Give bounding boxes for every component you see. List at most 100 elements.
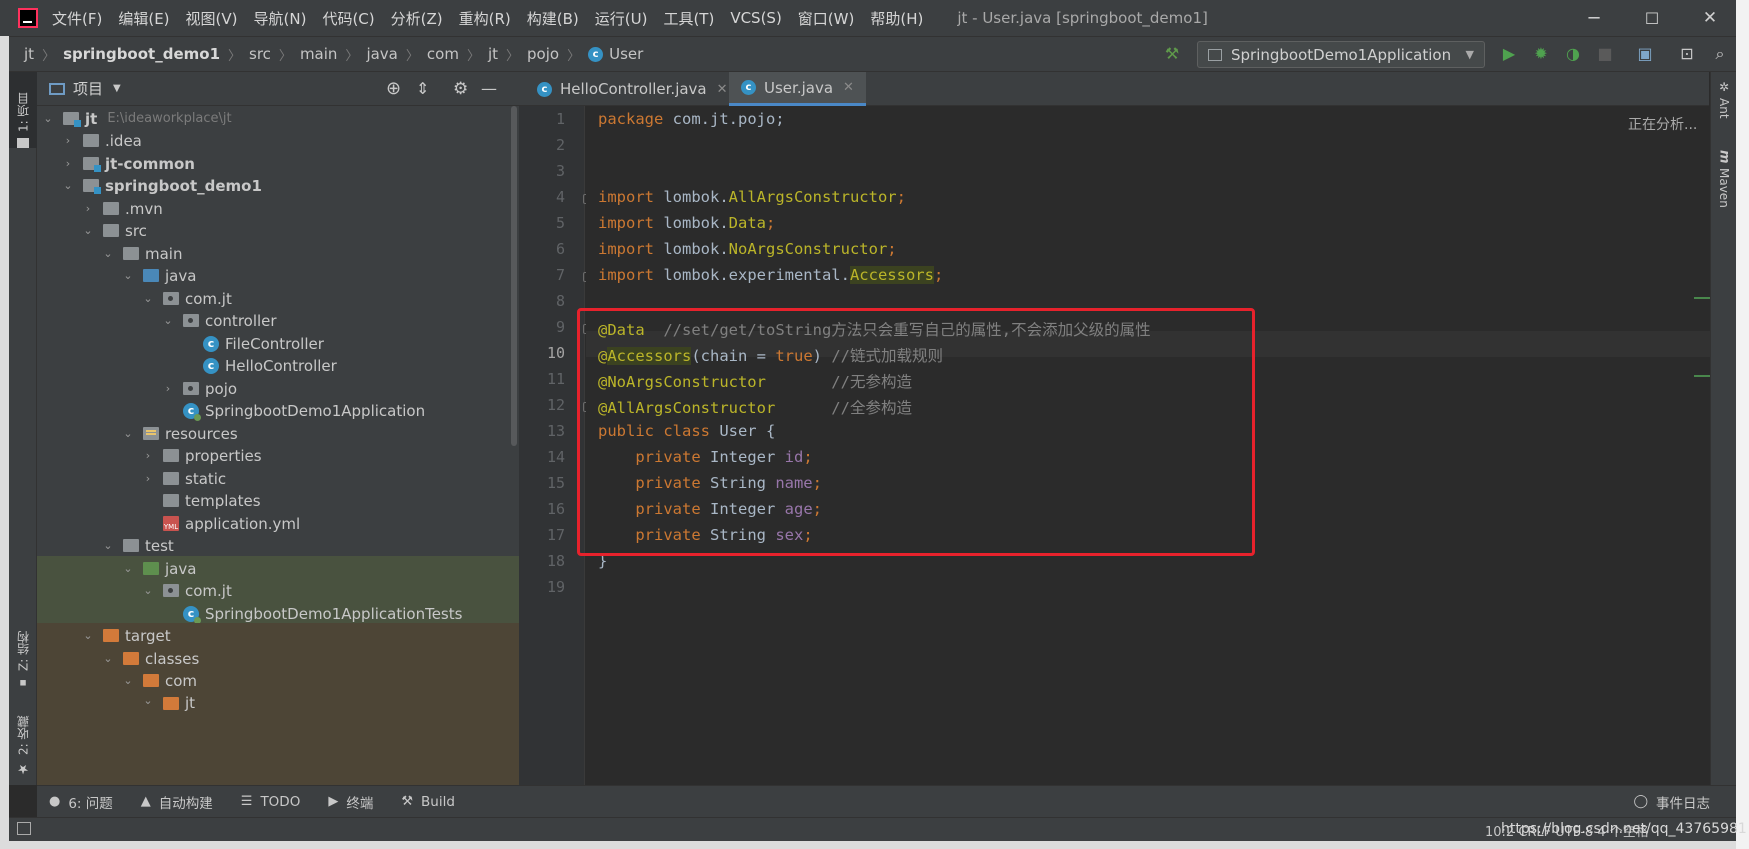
breadcrumb-jt-package[interactable]: jt — [488, 45, 498, 63]
stop-icon[interactable]: ■ — [1595, 44, 1615, 64]
chevron-down-icon[interactable]: ⌄ — [141, 584, 155, 597]
chevron-right-icon[interactable]: › — [161, 382, 175, 395]
line-number: 3 — [555, 162, 565, 180]
line-number: 2 — [555, 136, 565, 154]
tree-node[interactable]: ⌄ controller — [37, 308, 519, 333]
tree-node[interactable]: ⌄ springboot_demo1 — [37, 173, 519, 198]
run-configuration-select[interactable]: SpringbootDemo1Application ▼ — [1197, 41, 1485, 68]
chevron-down-icon[interactable]: ▼ — [113, 83, 121, 94]
breadcrumb-user[interactable]: User — [609, 45, 643, 63]
tool-todo[interactable]: ☰ TODO — [241, 794, 301, 810]
gear-icon[interactable]: ⚙ — [453, 79, 468, 99]
menu-vcs[interactable]: VCS(S) — [730, 9, 781, 27]
tree-node-label: target — [125, 626, 171, 645]
menu-build[interactable]: 构建(B) — [527, 8, 579, 29]
chevron-right-icon[interactable]: › — [81, 202, 95, 215]
tree-node[interactable]: ⌄ com — [37, 668, 519, 693]
coverage-icon[interactable]: ◑ — [1563, 44, 1583, 64]
chevron-down-icon[interactable]: ⌄ — [101, 652, 115, 665]
close-icon[interactable]: ✕ — [843, 80, 854, 95]
tab-hellocontroller[interactable]: c HelloController.java ✕ — [525, 72, 740, 106]
chevron-down-icon[interactable]: ⌄ — [101, 539, 115, 552]
tree-node[interactable]: ⌄ java — [37, 263, 519, 288]
tree-node[interactable]: ⌄ target — [37, 623, 519, 648]
chevron-down-icon[interactable]: ⌄ — [121, 674, 135, 687]
search-everywhere-icon[interactable]: ⌕ — [1710, 44, 1730, 64]
breadcrumb-jt[interactable]: jt — [24, 45, 34, 63]
breadcrumb-src[interactable]: src — [249, 45, 271, 63]
chevron-down-icon[interactable]: ⌄ — [101, 247, 115, 260]
tree-node[interactable]: › .idea — [37, 128, 519, 153]
chevron-right-icon[interactable]: › — [61, 157, 75, 170]
tree-node[interactable]: ⌄ test — [37, 533, 519, 558]
locate-file-icon[interactable]: ⊕ — [386, 78, 401, 99]
tool-tab-structure[interactable]: ▪ Z: 结构 — [9, 612, 37, 690]
chevron-down-icon[interactable]: ⌄ — [141, 694, 155, 707]
close-button[interactable]: ✕ — [1681, 0, 1739, 36]
line-number: 13 — [546, 422, 565, 440]
menu-analyze[interactable]: 分析(Z) — [391, 8, 443, 29]
chevron-right-icon[interactable]: › — [61, 134, 75, 147]
tool-terminal[interactable]: ▶ 终端 — [328, 792, 373, 812]
tab-user-java[interactable]: c User.java ✕ — [729, 72, 866, 106]
chevron-down-icon[interactable]: ⌄ — [121, 427, 135, 440]
tree-scrollbar[interactable] — [511, 106, 517, 446]
debug-icon[interactable]: ✹ — [1531, 44, 1551, 64]
menu-run[interactable]: 运行(U) — [595, 8, 648, 29]
chevron-down-icon[interactable]: ⌄ — [61, 179, 75, 192]
tree-node[interactable]: ⌄ src — [37, 218, 519, 243]
chevron-right-icon[interactable]: › — [141, 472, 155, 485]
line-number: 18 — [546, 552, 565, 570]
chevron-down-icon[interactable]: ⌄ — [41, 112, 55, 125]
tree-node-label: .mvn — [125, 199, 163, 218]
minimize-button[interactable]: ─ — [1565, 0, 1623, 36]
tool-event-log[interactable]: ◯ 事件日志 — [1633, 792, 1710, 812]
hide-panel-icon[interactable]: — — [481, 79, 497, 98]
chevron-down-icon[interactable]: ⌄ — [81, 629, 95, 642]
tree-node[interactable]: ⌄ jt — [37, 691, 519, 785]
chevron-down-icon[interactable]: ⌄ — [141, 292, 155, 305]
menu-view[interactable]: 视图(V) — [186, 8, 238, 29]
tool-tab-project[interactable]: 1: 项目 — [9, 72, 37, 148]
tool-windows-toggle-icon[interactable] — [17, 822, 31, 835]
menu-window[interactable]: 窗口(W) — [798, 8, 855, 29]
tree-node[interactable]: SpringbootDemo1Application — [37, 398, 519, 423]
menu-code[interactable]: 代码(C) — [322, 8, 374, 29]
chevron-down-icon[interactable]: ⌄ — [161, 314, 175, 327]
tool-build-label: Build — [421, 793, 455, 810]
tool-tab-maven[interactable]: m Maven — [1711, 150, 1737, 220]
breadcrumb-pojo[interactable]: pojo — [527, 45, 559, 63]
tool-tab-favorites[interactable]: ★ 2: 收藏 — [9, 700, 37, 777]
project-structure-icon[interactable]: ▣ — [1635, 44, 1655, 64]
chevron-down-icon[interactable]: ⌄ — [121, 562, 135, 575]
tree-node[interactable]: HelloController — [37, 353, 519, 378]
maximize-button[interactable]: ☐ — [1623, 0, 1681, 36]
chevron-right-icon[interactable]: › — [141, 449, 155, 462]
run-icon[interactable]: ▶ — [1499, 44, 1519, 64]
menu-tools[interactable]: 工具(T) — [663, 8, 714, 29]
close-icon[interactable]: ✕ — [717, 82, 728, 97]
menu-file[interactable]: 文件(F) — [52, 8, 102, 29]
tool-problems[interactable]: ● 6: 问题 — [49, 792, 113, 812]
menu-help[interactable]: 帮助(H) — [870, 8, 923, 29]
breadcrumb-main[interactable]: main — [300, 45, 337, 63]
project-panel-title[interactable]: 项目 — [73, 78, 103, 99]
menu-edit[interactable]: 编辑(E) — [118, 8, 169, 29]
breadcrumb-java[interactable]: java — [366, 45, 397, 63]
tool-tab-ant[interactable]: ✲ Ant — [1711, 80, 1737, 132]
tree-node[interactable]: templates — [37, 488, 519, 513]
tool-auto-build[interactable]: ▲ 自动构建 — [141, 792, 213, 812]
collapse-all-icon[interactable]: ⇕ — [416, 79, 429, 98]
chevron-down-icon[interactable]: ⌄ — [121, 269, 135, 282]
tree-node[interactable]: ⌄ com.jt — [37, 578, 519, 603]
menu-navigate[interactable]: 导航(N) — [254, 8, 307, 29]
tool-build[interactable]: ⚒ Build — [401, 794, 455, 810]
breadcrumb-module[interactable]: springboot_demo1 — [63, 45, 220, 63]
breadcrumb-com[interactable]: com — [427, 45, 459, 63]
excluded-folder-icon — [143, 674, 159, 687]
build-hammer-icon[interactable]: ⚒ — [1162, 44, 1182, 64]
terminal-toggle-icon[interactable]: ⊡ — [1677, 44, 1697, 64]
chevron-down-icon[interactable]: ⌄ — [81, 224, 95, 237]
menu-refactor[interactable]: 重构(R) — [459, 8, 511, 29]
tree-node[interactable]: › properties — [37, 443, 519, 468]
